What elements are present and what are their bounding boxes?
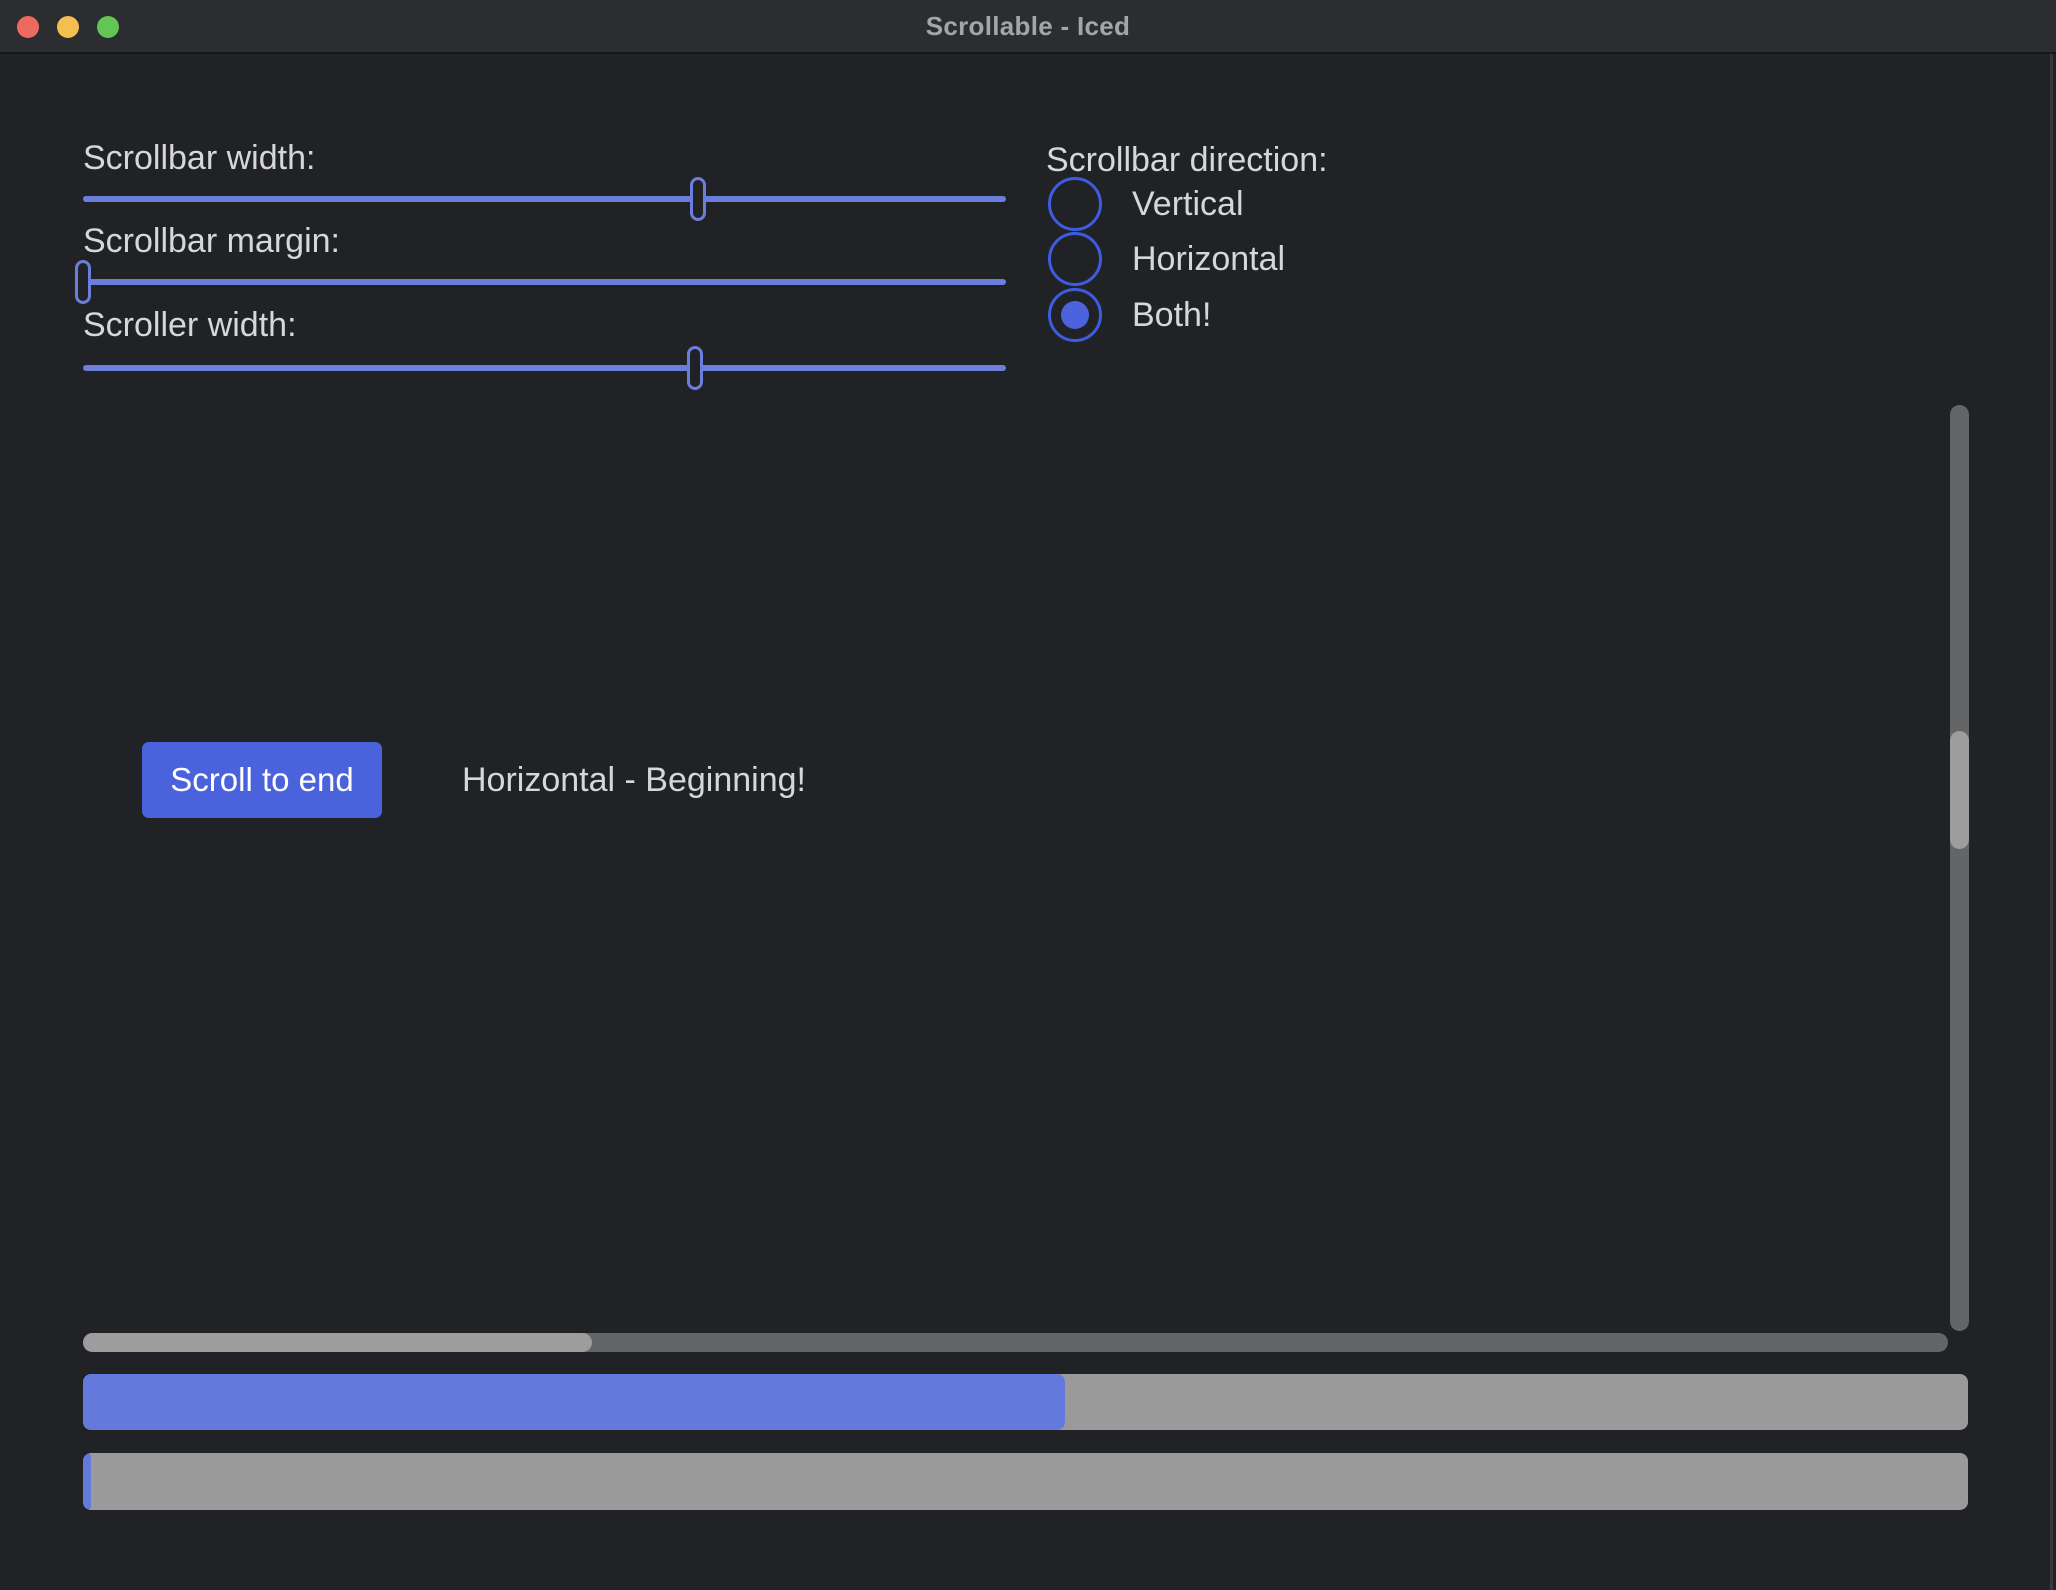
radio-option-horizontal[interactable]: Horizontal <box>1048 232 1285 286</box>
vertical-scrollbar-thumb[interactable] <box>1950 731 1969 849</box>
scrollbar-direction-label: Scrollbar direction: <box>1046 141 1328 180</box>
scroller-width-slider[interactable] <box>83 345 1006 391</box>
scrollbar-width-label: Scrollbar width: <box>83 139 315 178</box>
radio-option-label: Horizontal <box>1132 240 1285 279</box>
horizontal-progress-bar <box>83 1374 1968 1430</box>
radio-circle-icon <box>1048 177 1102 231</box>
zoom-window-button[interactable] <box>97 16 119 38</box>
slider-rail <box>83 365 1006 371</box>
scroll-to-end-button[interactable]: Scroll to end <box>142 742 382 818</box>
slider-handle[interactable] <box>75 260 91 304</box>
app-window: { "window": { "title": "Scrollable - Ice… <box>0 0 2056 1590</box>
scroll-status-text: Horizontal - Beginning! <box>462 742 806 818</box>
minimize-window-button[interactable] <box>57 16 79 38</box>
slider-rail <box>83 279 1006 285</box>
slider-rail <box>83 196 1006 202</box>
titlebar: Scrollable - Iced <box>0 0 2056 54</box>
radio-circle-icon <box>1048 232 1102 286</box>
window-edge <box>2050 54 2053 1590</box>
progress-fill <box>83 1374 1065 1430</box>
radio-option-label: Vertical <box>1132 185 1244 224</box>
progress-fill <box>83 1453 91 1510</box>
scroller-width-label: Scroller width: <box>83 306 297 345</box>
radio-option-both[interactable]: Both! <box>1048 288 1211 342</box>
vertical-scrollbar[interactable] <box>1950 405 1969 1331</box>
radio-option-label: Both! <box>1132 296 1211 335</box>
close-window-button[interactable] <box>17 16 39 38</box>
traffic-lights <box>0 0 119 54</box>
radio-option-vertical[interactable]: Vertical <box>1048 177 1244 231</box>
scrollbar-margin-label: Scrollbar margin: <box>83 222 340 261</box>
scrollbar-margin-slider[interactable] <box>83 259 1006 305</box>
window-title: Scrollable - Iced <box>926 11 1131 42</box>
radio-circle-icon <box>1048 288 1102 342</box>
slider-handle[interactable] <box>690 177 706 221</box>
scrollbar-width-slider[interactable] <box>83 176 1006 222</box>
slider-handle[interactable] <box>687 346 703 390</box>
horizontal-scrollbar-thumb[interactable] <box>83 1333 592 1352</box>
horizontal-scrollbar[interactable] <box>83 1333 1948 1352</box>
vertical-progress-bar <box>83 1453 1968 1510</box>
